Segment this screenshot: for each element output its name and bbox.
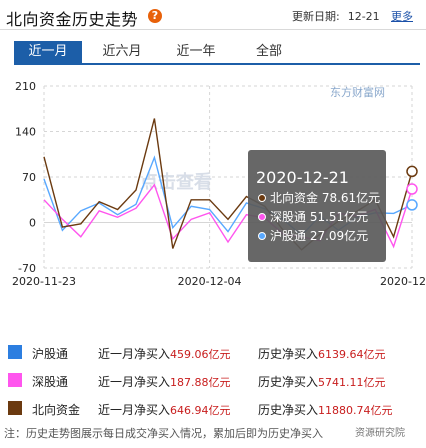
tooltip-box [248,150,386,262]
y-tick-label: 210 [15,80,36,93]
tooltip-item: 沪股通 27.09亿元 [270,228,368,243]
tooltip-item: 北向资金 78.61亿元 [270,190,380,205]
hover-point [406,165,418,178]
swatch-icon [8,345,22,359]
more-link[interactable]: 更多 [391,8,413,24]
update-date: 12-21 [347,10,380,23]
month-net-buy: 近一月净买入646.94亿元 [98,403,231,417]
header: 北向资金历史走势 ? 更新日期: 12-21 更多 [0,0,426,30]
chart-logo: 东方财富网 [330,85,385,99]
y-tick-label: -70 [18,262,36,275]
tab-six-months[interactable]: 近六月 [92,41,152,63]
tooltip-marker-icon [258,213,266,221]
month-net-buy: 近一月净买入187.88亿元 [98,375,231,389]
history-net-buy: 历史净买入11880.74亿元 [258,403,393,417]
legend-name: 沪股通 [32,347,69,361]
tab-all[interactable]: 全部 [244,41,294,63]
tooltip-marker-icon [258,232,266,240]
swatch-icon [8,373,22,387]
hover-point [406,199,418,211]
y-tick-label: 70 [22,171,36,184]
line-chart[interactable]: 点击查看 东方财富网 210140700-70 2020-11-23 2020-1… [0,72,426,334]
y-tick-label: 140 [15,126,36,139]
range-tabs: 近一月 近六月 近一年 全部 [14,41,420,65]
legend-name: 北向资金 [32,403,81,417]
legend-row: 深股通 近一月净买入187.88亿元 历史净买入5741.11亿元 [0,368,426,396]
x-tick-label: 2020-11-23 [12,275,76,288]
page-title: 北向资金历史走势 [6,10,139,29]
legend-name: 深股通 [32,375,69,389]
y-tick-label: 0 [29,217,36,230]
help-icon[interactable]: ? [148,9,162,23]
x-tick-label: 2020-12-04 [178,275,242,288]
tooltip-item: 深股通 51.51亿元 [270,209,368,224]
x-tick-label: 2020-12-21 [380,275,426,288]
chart-tooltip: 2020-12-21 北向资金 78.61亿元深股通 51.51亿元沪股通 27… [248,150,386,262]
tooltip-date: 2020-12-21 [256,168,349,187]
tooltip-marker-icon [258,194,266,202]
hover-point [406,183,418,195]
update-info: 更新日期: 12-21 [292,8,380,24]
update-label: 更新日期: [292,10,340,23]
footer-watermark: 资源研究院 [355,428,405,439]
legend-row: 北向资金 近一月净买入646.94亿元 历史净买入11880.74亿元 [0,396,426,424]
legend-row: 沪股通 近一月净买入459.06亿元 历史净买入6139.64亿元 [0,340,426,368]
footnote: 注：历史走势图展示每日成交净买入情况，累加后即为历史净买入 [4,427,323,440]
tab-one-month[interactable]: 近一月 [14,41,82,63]
swatch-icon [8,401,22,415]
history-net-buy: 历史净买入6139.64亿元 [258,347,386,361]
history-net-buy: 历史净买入5741.11亿元 [258,375,386,389]
tab-one-year[interactable]: 近一年 [166,41,226,63]
month-net-buy: 近一月净买入459.06亿元 [98,347,231,361]
